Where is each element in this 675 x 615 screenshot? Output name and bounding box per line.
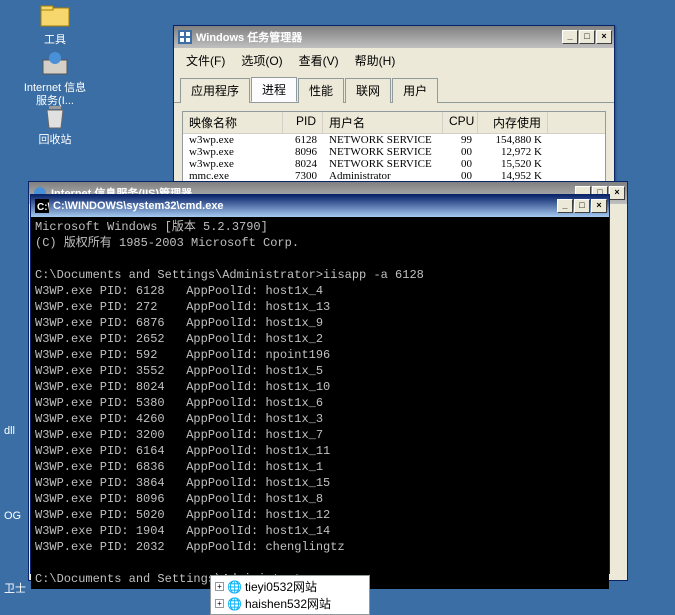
col-pid[interactable]: PID xyxy=(283,112,323,133)
tree-node[interactable]: + 🌐 tieyi0532网站 xyxy=(215,578,365,595)
titlebar[interactable]: Windows 任务管理器 _ □ × xyxy=(174,26,614,48)
menubar: 文件(F) 选项(O) 查看(V) 帮助(H) xyxy=(174,48,614,73)
folder-icon xyxy=(39,0,71,32)
icon-label: 工具 xyxy=(20,34,90,47)
node-label: tieyi0532网站 xyxy=(245,578,317,595)
desktop-icon-iis[interactable]: Internet 信息服务(I... xyxy=(20,48,90,108)
maximize-button[interactable]: □ xyxy=(579,30,595,44)
icon-label: 回收站 xyxy=(20,134,90,147)
tab-networking[interactable]: 联网 xyxy=(345,78,391,103)
desktop-icon-recycle[interactable]: 回收站 xyxy=(20,100,90,147)
close-button[interactable]: × xyxy=(596,30,612,44)
col-cpu[interactable]: CPU xyxy=(443,112,478,133)
menu-file[interactable]: 文件(F) xyxy=(178,50,233,71)
table-row[interactable]: w3wp.exe8096NETWORK SERVICE0012,972 K xyxy=(183,146,605,158)
site-icon: 🌐 xyxy=(227,580,242,594)
desktop-icon-tools[interactable]: 工具 xyxy=(20,0,90,47)
cmd-window[interactable]: C:\ C:\WINDOWS\system32\cmd.exe _ □ × Mi… xyxy=(30,194,610,574)
expand-icon[interactable]: + xyxy=(215,582,224,591)
col-name[interactable]: 映像名称 xyxy=(183,112,283,133)
side-label: 卫士 xyxy=(4,580,26,596)
col-mem[interactable]: 内存使用 xyxy=(478,112,548,133)
col-user[interactable]: 用户名 xyxy=(323,112,443,133)
cmd-terminal[interactable]: Microsoft Windows [版本 5.2.3790] (C) 版权所有… xyxy=(31,217,609,589)
expand-icon[interactable]: + xyxy=(215,599,224,608)
tree-fragment: + 🌐 tieyi0532网站 + 🌐 haishen532网站 xyxy=(210,575,370,615)
cmd-icon: C:\ xyxy=(35,199,49,213)
node-label: haishen532网站 xyxy=(245,595,331,612)
tabbar: 应用程序 进程 性能 联网 用户 xyxy=(174,73,614,103)
side-label: dll xyxy=(4,425,15,437)
window-title: C:\WINDOWS\system32\cmd.exe xyxy=(53,200,557,212)
iis-icon xyxy=(39,48,71,80)
minimize-button[interactable]: _ xyxy=(557,199,573,213)
window-title: Windows 任务管理器 xyxy=(196,29,562,45)
minimize-button[interactable]: _ xyxy=(562,30,578,44)
tab-applications[interactable]: 应用程序 xyxy=(180,78,250,103)
menu-view[interactable]: 查看(V) xyxy=(291,50,347,71)
app-icon xyxy=(178,30,192,44)
tree-node[interactable]: + 🌐 haishen532网站 xyxy=(215,595,365,612)
close-button[interactable]: × xyxy=(591,199,607,213)
tab-users[interactable]: 用户 xyxy=(392,78,438,103)
maximize-button[interactable]: □ xyxy=(574,199,590,213)
task-manager-window[interactable]: Windows 任务管理器 _ □ × 文件(F) 选项(O) 查看(V) 帮助… xyxy=(173,25,615,185)
titlebar[interactable]: C:\ C:\WINDOWS\system32\cmd.exe _ □ × xyxy=(31,195,609,217)
menu-options[interactable]: 选项(O) xyxy=(233,50,290,71)
recycle-icon xyxy=(39,100,71,132)
side-label: OG xyxy=(4,510,21,522)
tab-processes[interactable]: 进程 xyxy=(251,77,297,102)
tab-performance[interactable]: 性能 xyxy=(298,78,344,103)
svg-text:C:\: C:\ xyxy=(37,202,49,213)
table-row[interactable]: w3wp.exe6128NETWORK SERVICE99154,880 K xyxy=(183,134,605,146)
menu-help[interactable]: 帮助(H) xyxy=(347,50,404,71)
close-button[interactable]: × xyxy=(609,186,625,200)
table-row[interactable]: w3wp.exe8024NETWORK SERVICE0015,520 K xyxy=(183,158,605,170)
